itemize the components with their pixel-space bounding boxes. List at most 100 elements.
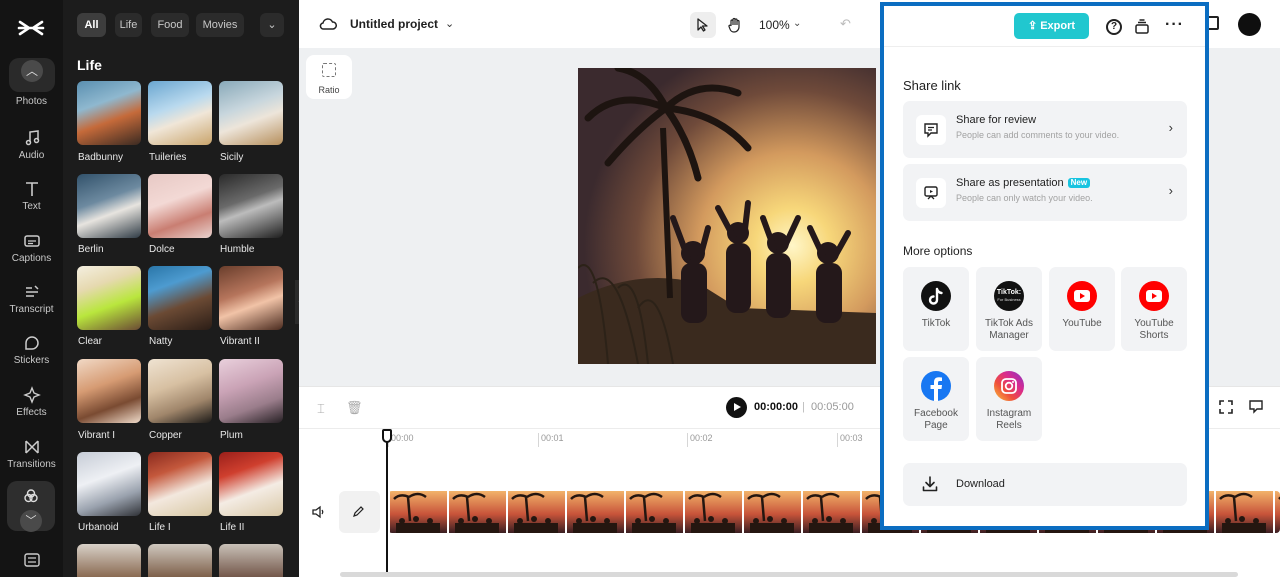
effects-icon — [22, 386, 41, 404]
share-for-review-row[interactable]: Share for review People can add comments… — [903, 101, 1187, 158]
pencil-icon — [353, 506, 364, 517]
play-button[interactable] — [726, 397, 747, 418]
instagram-logo-icon — [994, 371, 1024, 401]
tiktok-ads-logo-icon: TikTok: For Business — [994, 281, 1024, 311]
trash-icon[interactable]: 🗑 — [346, 400, 363, 416]
rail-item-label: Transitions — [7, 459, 56, 470]
section-heading: Life — [77, 57, 102, 73]
chip-life[interactable]: Life — [115, 13, 142, 37]
filter-thumbnail-sicily[interactable] — [219, 81, 283, 145]
capcut-logo-icon — [16, 16, 46, 40]
option-label: TikTok — [921, 318, 951, 329]
playhead-handle[interactable] — [382, 429, 392, 443]
ratio-button[interactable]: Ratio — [306, 55, 352, 99]
option-tiktok[interactable]: TikTok — [903, 267, 969, 351]
select-tool-button[interactable] — [690, 12, 716, 38]
filter-thumbnail[interactable] — [219, 544, 283, 577]
option-facebook-page[interactable]: Facebook Page — [903, 357, 969, 441]
export-button[interactable]: ⇪ Export — [1014, 13, 1089, 39]
upload-icon: ⇪ — [1027, 20, 1038, 32]
undo-icon[interactable]: ↶ — [840, 16, 851, 32]
volume-icon[interactable] — [311, 505, 327, 519]
chip-all[interactable]: All — [77, 13, 106, 37]
filter-label: Urbanoid — [78, 522, 119, 533]
beach-party-image — [578, 68, 876, 364]
fullscreen-icon[interactable] — [1219, 400, 1233, 414]
filter-thumbnail-vibrant-ii[interactable] — [219, 266, 283, 330]
rail-item-effects[interactable]: Effects — [0, 386, 63, 418]
playhead[interactable] — [386, 429, 388, 577]
filter-thumbnail-tuileries[interactable] — [148, 81, 212, 145]
zoom-level[interactable]: 100% — [759, 18, 790, 32]
ratio-icon — [322, 63, 336, 77]
comment-icon[interactable] — [1249, 400, 1263, 414]
video-preview[interactable] — [578, 68, 876, 364]
cursor-arrow-icon — [697, 18, 708, 32]
filter-thumbnail[interactable] — [77, 544, 141, 577]
filter-thumbnail-life-ii[interactable] — [219, 452, 283, 516]
option-tiktok-ads-manager[interactable]: TikTok: For Business TikTok Ads Manager — [976, 267, 1042, 351]
rail-item-label: Captions — [11, 253, 52, 264]
rail-item-filters-active[interactable]: ﹀ — [7, 481, 55, 532]
divider — [884, 46, 1205, 47]
rail-item-label: Effects — [16, 407, 47, 418]
filter-thumbnail-berlin[interactable] — [77, 174, 141, 238]
filter-thumbnail-urbanoid[interactable] — [77, 452, 141, 516]
rail-item-label: Audio — [18, 150, 45, 161]
chevron-down-icon[interactable]: ﹀ — [20, 510, 42, 532]
chevron-right-icon: › — [1168, 120, 1173, 135]
split-icon[interactable]: ⌶ — [317, 401, 325, 417]
chip-movies[interactable]: Movies — [196, 13, 244, 37]
left-rail: ︿ Photos Audio Text Captions Transcript … — [0, 0, 63, 577]
filter-label: Sicily — [220, 152, 244, 163]
chip-food[interactable]: Food — [151, 13, 189, 37]
rail-item-text[interactable]: Text — [0, 180, 63, 212]
hand-icon — [728, 17, 740, 33]
download-label: Download — [956, 478, 1005, 490]
chips-more-button[interactable]: ⌄ — [260, 13, 284, 37]
timeline-horizontal-scrollbar[interactable] — [340, 572, 1238, 577]
stack-icon[interactable] — [1135, 19, 1149, 35]
hand-tool-button[interactable] — [722, 12, 748, 38]
filter-thumbnail-humble[interactable] — [219, 174, 283, 238]
filter-thumbnail-plum[interactable] — [219, 359, 283, 423]
download-button[interactable]: Download — [903, 463, 1187, 506]
project-title[interactable]: Untitled project — [350, 17, 438, 31]
help-icon[interactable]: ? — [1106, 19, 1122, 35]
option-youtube[interactable]: YouTube — [1049, 267, 1115, 351]
option-instagram-reels[interactable]: Instagram Reels — [976, 357, 1042, 441]
rail-item-stickers[interactable]: Stickers — [0, 334, 63, 366]
chevron-right-icon: › — [1168, 183, 1173, 198]
keyboard-icon[interactable] — [24, 553, 40, 567]
filter-thumbnail-dolce[interactable] — [148, 174, 212, 238]
avatar[interactable] — [1238, 13, 1261, 36]
rail-item-audio[interactable]: Audio — [0, 129, 63, 161]
sticker-icon — [24, 336, 39, 350]
filter-thumbnail-copper[interactable] — [148, 359, 212, 423]
option-label: Instagram Reels — [986, 408, 1032, 431]
share-presentation-subtitle: People can only watch your video. — [956, 193, 1093, 203]
presentation-icon-box — [916, 178, 946, 208]
share-as-presentation-row[interactable]: Share as presentation New People can only… — [903, 164, 1187, 221]
more-options-icon[interactable]: ··· — [1165, 16, 1184, 34]
rail-item-captions[interactable]: Captions — [0, 232, 63, 264]
filter-thumbnail-natty[interactable] — [148, 266, 212, 330]
chevron-down-icon[interactable]: ⌄ — [793, 18, 801, 29]
cloud-icon[interactable] — [319, 16, 337, 32]
filter-thumbnail-vibrant-i[interactable] — [77, 359, 141, 423]
rail-item-transcript[interactable]: Transcript — [0, 283, 63, 315]
rail-item-label: Stickers — [13, 355, 50, 366]
chevron-down-icon[interactable]: ⌄ — [445, 17, 454, 30]
filter-thumbnail-clear[interactable] — [77, 266, 141, 330]
filter-thumbnail[interactable] — [148, 544, 212, 577]
edit-track-button[interactable] — [339, 491, 380, 533]
filter-thumbnail-badbunny[interactable] — [77, 81, 141, 145]
filter-label: Life I — [149, 522, 171, 533]
filter-label: Humble — [220, 244, 255, 255]
share-review-subtitle: People can add comments to your video. — [956, 130, 1120, 140]
rail-scroll-up-button[interactable]: ︿ — [9, 58, 55, 92]
filter-thumbnail-life-i[interactable] — [148, 452, 212, 516]
rail-item-photos[interactable]: Photos — [0, 96, 63, 107]
rail-item-transitions[interactable]: Transitions — [0, 438, 63, 470]
option-youtube-shorts[interactable]: YouTube Shorts — [1121, 267, 1187, 351]
